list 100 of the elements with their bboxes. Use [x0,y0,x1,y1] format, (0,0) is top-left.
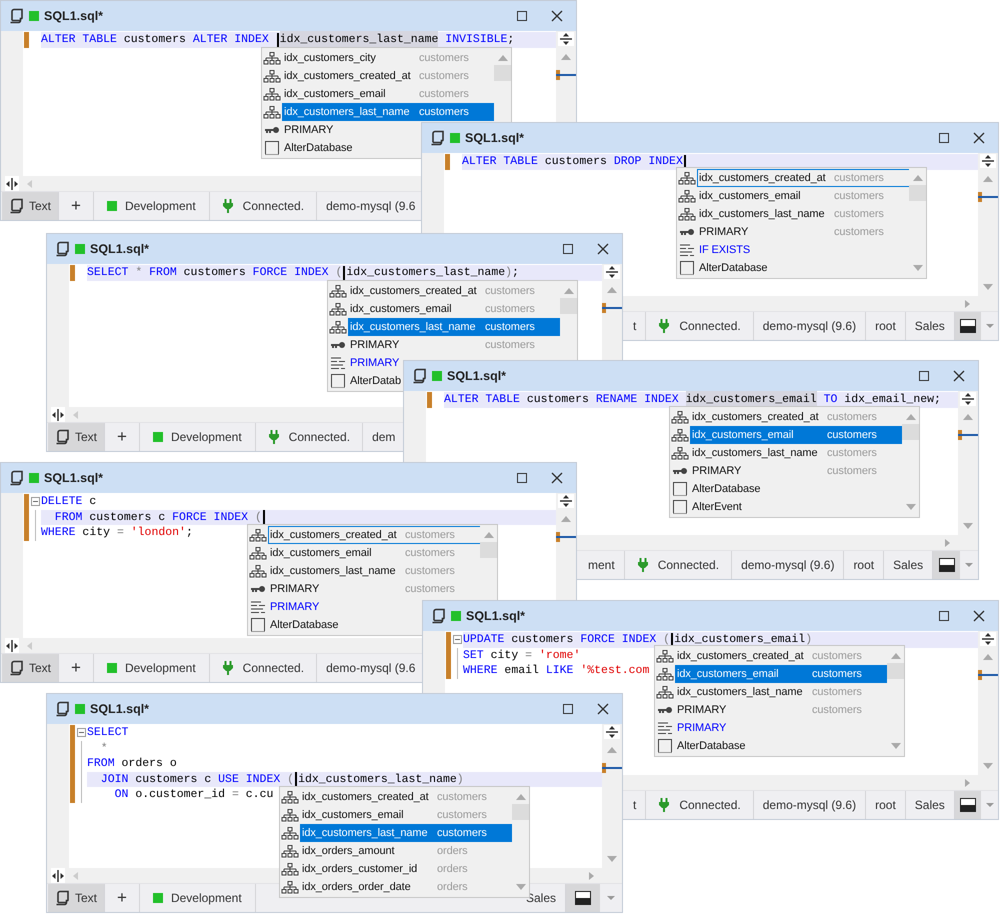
connection-status[interactable]: Connected. [679,796,741,814]
status-item[interactable]: demo-mysql (9.6) [732,551,844,579]
completion-item[interactable]: PRIMARY [675,719,728,737]
connection-status[interactable]: Connected. [242,197,304,215]
completion-item[interactable]: idx_customers_last_name customers [268,562,456,580]
completion-item[interactable]: idx_customers_last_name customers [675,683,863,701]
panel-toggle-button[interactable] [954,791,982,819]
environment-label[interactable]: Development [124,197,196,215]
split-icon[interactable] [980,154,996,168]
completion-item[interactable]: idx_customers_last_name customers [348,318,560,336]
completion-item[interactable]: PRIMARY customers [697,223,885,241]
close-icon[interactable] [973,610,985,622]
scroll-thumb[interactable] [494,65,511,81]
completion-item[interactable]: idx_orders_order_date orders [300,878,469,896]
split-icon[interactable] [604,725,620,739]
environment-label[interactable]: Development [170,428,242,446]
document-icon[interactable] [9,198,24,214]
split-icon[interactable] [558,494,574,508]
panel-toggle-button[interactable] [933,551,960,579]
close-icon[interactable] [973,132,985,144]
close-icon[interactable] [597,703,609,715]
mode-tab[interactable]: Text [48,423,106,451]
maximize-icon[interactable] [562,703,574,715]
status-item[interactable]: root [866,312,906,340]
mode-tab[interactable]: Text [48,884,106,912]
close-icon[interactable] [551,10,563,22]
mode-tab[interactable]: Text [2,192,60,220]
maximize-icon[interactable] [938,610,950,622]
panel-icon[interactable] [958,797,977,813]
add-button[interactable]: + [59,654,94,682]
add-button[interactable]: + [105,884,140,912]
scroll-thumb[interactable] [902,424,919,440]
add-button[interactable]: + [105,423,140,451]
connection-status[interactable]: Connected. [242,659,304,677]
panel-toggle-button[interactable] [954,312,982,340]
completion-item[interactable]: PRIMARY customers [268,580,456,598]
completion-item[interactable]: idx_customers_created_at customers [300,788,488,806]
completion-item[interactable]: AlterDatabase [675,737,746,755]
completion-item[interactable]: AlterDatab [348,372,402,390]
completion-item[interactable]: idx_customers_email customers [282,85,470,103]
fold-icon[interactable] [77,728,86,737]
status-item[interactable]: demo-mysql (9.6) [754,791,866,819]
completion-item[interactable]: PRIMARY customers [690,462,878,480]
maximize-icon[interactable] [918,370,930,382]
completion-item[interactable]: idx_customers_last_name customers [300,824,512,842]
close-icon[interactable] [953,370,965,382]
scroll-thumb[interactable] [909,185,926,201]
completion-item[interactable]: idx_customers_city customers [282,49,470,67]
completion-item[interactable]: idx_customers_created_at customers [268,526,480,544]
completion-item[interactable]: AlterDatabase [697,259,768,277]
close-icon[interactable] [551,472,563,484]
completion-item[interactable]: idx_customers_email customers [675,665,887,683]
completion-item[interactable]: idx_customers_email customers [690,426,902,444]
completion-item[interactable]: idx_customers_created_at customers [675,647,863,665]
completion-item[interactable]: idx_customers_email customers [697,187,885,205]
completion-item[interactable]: PRIMARY customers [675,701,863,719]
close-icon[interactable] [597,243,609,255]
completion-item[interactable]: PRIMARY [282,121,334,139]
split-icon[interactable] [980,632,996,646]
completion-item[interactable]: idx_customers_last_name customers [282,103,494,121]
connection-status[interactable]: Connected. [288,428,350,446]
split-icon[interactable] [5,176,19,192]
completion-item[interactable]: idx_customers_last_name customers [697,205,885,223]
completion-item[interactable]: IF EXISTS [697,241,752,259]
completion-item[interactable]: idx_customers_created_at customers [348,282,536,300]
scroll-thumb[interactable] [560,298,577,314]
completion-item[interactable]: idx_customers_created_at customers [697,169,909,187]
status-item[interactable]: root [844,551,884,579]
completion-item[interactable]: AlterDatabase [690,480,762,498]
panel-toggle-button[interactable] [566,884,600,912]
status-item[interactable]: ment [579,551,625,579]
completion-item[interactable]: AlterEvent [690,498,743,516]
maximize-icon[interactable] [562,243,574,255]
scroll-thumb[interactable] [512,804,529,820]
maximize-icon[interactable] [516,10,528,22]
completion-item[interactable]: idx_orders_amount orders [300,842,469,860]
completion-item[interactable]: PRIMARY customers [348,336,536,354]
fold-icon[interactable] [453,635,462,644]
document-icon[interactable] [9,660,24,676]
completion-item[interactable]: idx_customers_email customers [300,806,488,824]
completion-item[interactable]: AlterDatabase [268,616,340,634]
completion-item[interactable]: idx_orders_customer_id orders [300,860,469,878]
status-item[interactable]: t [624,312,646,340]
completion-item[interactable]: idx_customers_created_at customers [282,67,470,85]
completion-item[interactable]: PRIMARY [348,354,400,372]
split-icon[interactable] [960,392,976,406]
completion-item[interactable]: idx_customers_created_at customers [690,408,878,426]
fold-icon[interactable] [31,497,40,506]
environment-label[interactable]: Development [170,889,242,907]
completion-item[interactable]: PRIMARY [268,598,320,616]
scroll-thumb[interactable] [887,663,904,679]
environment-label[interactable]: Development [124,659,196,677]
completion-item[interactable]: idx_customers_email customers [268,544,456,562]
document-icon[interactable] [55,890,70,906]
status-item[interactable]: t [624,791,646,819]
split-icon[interactable] [558,32,574,46]
add-button[interactable]: + [59,192,94,220]
split-icon[interactable] [51,868,65,884]
completion-item[interactable]: AlterDatabase [282,139,354,157]
document-icon[interactable] [55,429,70,445]
